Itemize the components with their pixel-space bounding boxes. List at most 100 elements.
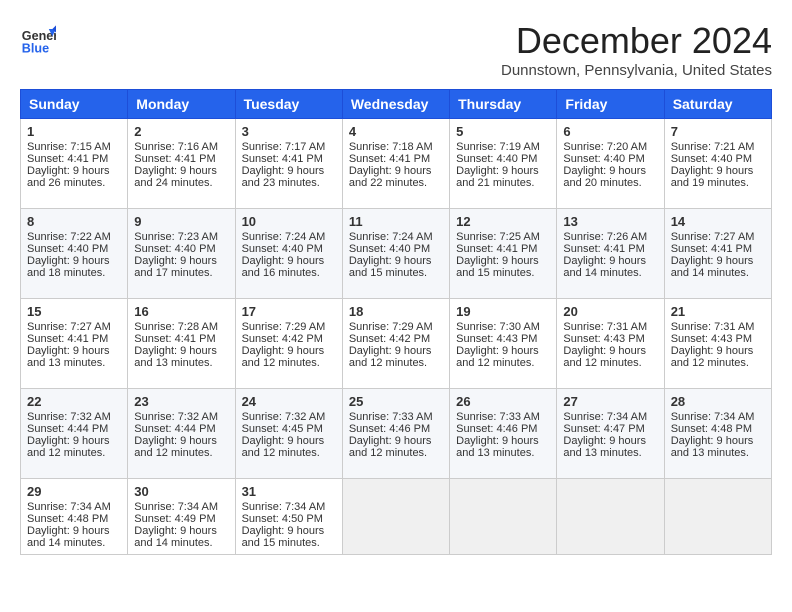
cell-info: Sunrise: 7:33 AMSunset: 4:46 PMDaylight:… <box>349 411 433 459</box>
day-of-week-header: Saturday <box>664 90 771 119</box>
cell-info: Sunrise: 7:32 AMSunset: 4:45 PMDaylight:… <box>242 411 326 459</box>
cell-info: Sunrise: 7:17 AMSunset: 4:41 PMDaylight:… <box>242 141 326 189</box>
day-number: 5 <box>456 124 550 139</box>
calendar-day-cell: 15 Sunrise: 7:27 AMSunset: 4:41 PMDaylig… <box>21 299 128 389</box>
cell-info: Sunrise: 7:23 AMSunset: 4:40 PMDaylight:… <box>134 231 218 279</box>
calendar-week-row: 1 Sunrise: 7:15 AMSunset: 4:41 PMDayligh… <box>21 119 772 209</box>
calendar-day-cell <box>664 479 771 555</box>
day-number: 29 <box>27 484 121 499</box>
calendar-day-cell <box>557 479 664 555</box>
calendar-week-row: 29 Sunrise: 7:34 AMSunset: 4:48 PMDaylig… <box>21 479 772 555</box>
cell-info: Sunrise: 7:27 AMSunset: 4:41 PMDaylight:… <box>671 231 755 279</box>
day-number: 14 <box>671 214 765 229</box>
calendar-day-cell: 13 Sunrise: 7:26 AMSunset: 4:41 PMDaylig… <box>557 209 664 299</box>
calendar-day-cell: 6 Sunrise: 7:20 AMSunset: 4:40 PMDayligh… <box>557 119 664 209</box>
day-number: 1 <box>27 124 121 139</box>
title-block: December 2024 Dunnstown, Pennsylvania, U… <box>501 20 772 79</box>
calendar-day-cell <box>450 479 557 555</box>
cell-info: Sunrise: 7:22 AMSunset: 4:40 PMDaylight:… <box>27 231 111 279</box>
calendar-day-cell: 17 Sunrise: 7:29 AMSunset: 4:42 PMDaylig… <box>235 299 342 389</box>
cell-info: Sunrise: 7:34 AMSunset: 4:50 PMDaylight:… <box>242 501 326 549</box>
calendar-day-cell: 16 Sunrise: 7:28 AMSunset: 4:41 PMDaylig… <box>128 299 235 389</box>
day-number: 15 <box>27 304 121 319</box>
calendar-day-cell: 11 Sunrise: 7:24 AMSunset: 4:40 PMDaylig… <box>342 209 449 299</box>
cell-info: Sunrise: 7:32 AMSunset: 4:44 PMDaylight:… <box>27 411 111 459</box>
cell-info: Sunrise: 7:18 AMSunset: 4:41 PMDaylight:… <box>349 141 433 189</box>
day-number: 2 <box>134 124 228 139</box>
cell-info: Sunrise: 7:31 AMSunset: 4:43 PMDaylight:… <box>671 321 755 369</box>
cell-info: Sunrise: 7:34 AMSunset: 4:47 PMDaylight:… <box>563 411 647 459</box>
day-number: 31 <box>242 484 336 499</box>
calendar-day-cell: 27 Sunrise: 7:34 AMSunset: 4:47 PMDaylig… <box>557 389 664 479</box>
day-number: 26 <box>456 394 550 409</box>
calendar-day-cell: 10 Sunrise: 7:24 AMSunset: 4:40 PMDaylig… <box>235 209 342 299</box>
month-title: December 2024 <box>501 20 772 62</box>
calendar-day-cell <box>342 479 449 555</box>
day-number: 3 <box>242 124 336 139</box>
day-of-week-header: Wednesday <box>342 90 449 119</box>
cell-info: Sunrise: 7:34 AMSunset: 4:49 PMDaylight:… <box>134 501 218 549</box>
calendar-day-cell: 9 Sunrise: 7:23 AMSunset: 4:40 PMDayligh… <box>128 209 235 299</box>
day-number: 17 <box>242 304 336 319</box>
calendar-table: SundayMondayTuesdayWednesdayThursdayFrid… <box>20 89 772 555</box>
day-of-week-header: Friday <box>557 90 664 119</box>
day-number: 22 <box>27 394 121 409</box>
day-number: 9 <box>134 214 228 229</box>
calendar-week-row: 22 Sunrise: 7:32 AMSunset: 4:44 PMDaylig… <box>21 389 772 479</box>
calendar-day-cell: 19 Sunrise: 7:30 AMSunset: 4:43 PMDaylig… <box>450 299 557 389</box>
calendar-day-cell: 7 Sunrise: 7:21 AMSunset: 4:40 PMDayligh… <box>664 119 771 209</box>
cell-info: Sunrise: 7:21 AMSunset: 4:40 PMDaylight:… <box>671 141 755 189</box>
day-number: 12 <box>456 214 550 229</box>
day-number: 7 <box>671 124 765 139</box>
cell-info: Sunrise: 7:32 AMSunset: 4:44 PMDaylight:… <box>134 411 218 459</box>
day-number: 4 <box>349 124 443 139</box>
day-number: 18 <box>349 304 443 319</box>
cell-info: Sunrise: 7:16 AMSunset: 4:41 PMDaylight:… <box>134 141 218 189</box>
cell-info: Sunrise: 7:20 AMSunset: 4:40 PMDaylight:… <box>563 141 647 189</box>
svg-text:Blue: Blue <box>22 41 49 55</box>
calendar-day-cell: 22 Sunrise: 7:32 AMSunset: 4:44 PMDaylig… <box>21 389 128 479</box>
logo-icon: General Blue <box>20 20 56 56</box>
calendar-day-cell: 2 Sunrise: 7:16 AMSunset: 4:41 PMDayligh… <box>128 119 235 209</box>
day-number: 16 <box>134 304 228 319</box>
day-number: 19 <box>456 304 550 319</box>
calendar-header-row: SundayMondayTuesdayWednesdayThursdayFrid… <box>21 90 772 119</box>
cell-info: Sunrise: 7:25 AMSunset: 4:41 PMDaylight:… <box>456 231 540 279</box>
day-number: 30 <box>134 484 228 499</box>
cell-info: Sunrise: 7:15 AMSunset: 4:41 PMDaylight:… <box>27 141 111 189</box>
day-of-week-header: Thursday <box>450 90 557 119</box>
day-number: 20 <box>563 304 657 319</box>
calendar-day-cell: 5 Sunrise: 7:19 AMSunset: 4:40 PMDayligh… <box>450 119 557 209</box>
cell-info: Sunrise: 7:30 AMSunset: 4:43 PMDaylight:… <box>456 321 540 369</box>
calendar-day-cell: 31 Sunrise: 7:34 AMSunset: 4:50 PMDaylig… <box>235 479 342 555</box>
cell-info: Sunrise: 7:33 AMSunset: 4:46 PMDaylight:… <box>456 411 540 459</box>
calendar-day-cell: 1 Sunrise: 7:15 AMSunset: 4:41 PMDayligh… <box>21 119 128 209</box>
logo: General Blue <box>20 20 56 56</box>
day-of-week-header: Tuesday <box>235 90 342 119</box>
day-number: 25 <box>349 394 443 409</box>
cell-info: Sunrise: 7:28 AMSunset: 4:41 PMDaylight:… <box>134 321 218 369</box>
calendar-day-cell: 29 Sunrise: 7:34 AMSunset: 4:48 PMDaylig… <box>21 479 128 555</box>
location: Dunnstown, Pennsylvania, United States <box>501 62 772 79</box>
cell-info: Sunrise: 7:29 AMSunset: 4:42 PMDaylight:… <box>242 321 326 369</box>
day-number: 27 <box>563 394 657 409</box>
calendar-day-cell: 18 Sunrise: 7:29 AMSunset: 4:42 PMDaylig… <box>342 299 449 389</box>
calendar-day-cell: 4 Sunrise: 7:18 AMSunset: 4:41 PMDayligh… <box>342 119 449 209</box>
cell-info: Sunrise: 7:31 AMSunset: 4:43 PMDaylight:… <box>563 321 647 369</box>
day-number: 13 <box>563 214 657 229</box>
cell-info: Sunrise: 7:26 AMSunset: 4:41 PMDaylight:… <box>563 231 647 279</box>
calendar-day-cell: 24 Sunrise: 7:32 AMSunset: 4:45 PMDaylig… <box>235 389 342 479</box>
day-number: 10 <box>242 214 336 229</box>
calendar-week-row: 15 Sunrise: 7:27 AMSunset: 4:41 PMDaylig… <box>21 299 772 389</box>
calendar-day-cell: 8 Sunrise: 7:22 AMSunset: 4:40 PMDayligh… <box>21 209 128 299</box>
cell-info: Sunrise: 7:34 AMSunset: 4:48 PMDaylight:… <box>671 411 755 459</box>
cell-info: Sunrise: 7:24 AMSunset: 4:40 PMDaylight:… <box>242 231 326 279</box>
calendar-day-cell: 25 Sunrise: 7:33 AMSunset: 4:46 PMDaylig… <box>342 389 449 479</box>
day-number: 11 <box>349 214 443 229</box>
cell-info: Sunrise: 7:27 AMSunset: 4:41 PMDaylight:… <box>27 321 111 369</box>
day-number: 6 <box>563 124 657 139</box>
calendar-day-cell: 21 Sunrise: 7:31 AMSunset: 4:43 PMDaylig… <box>664 299 771 389</box>
cell-info: Sunrise: 7:29 AMSunset: 4:42 PMDaylight:… <box>349 321 433 369</box>
cell-info: Sunrise: 7:19 AMSunset: 4:40 PMDaylight:… <box>456 141 540 189</box>
calendar-day-cell: 28 Sunrise: 7:34 AMSunset: 4:48 PMDaylig… <box>664 389 771 479</box>
